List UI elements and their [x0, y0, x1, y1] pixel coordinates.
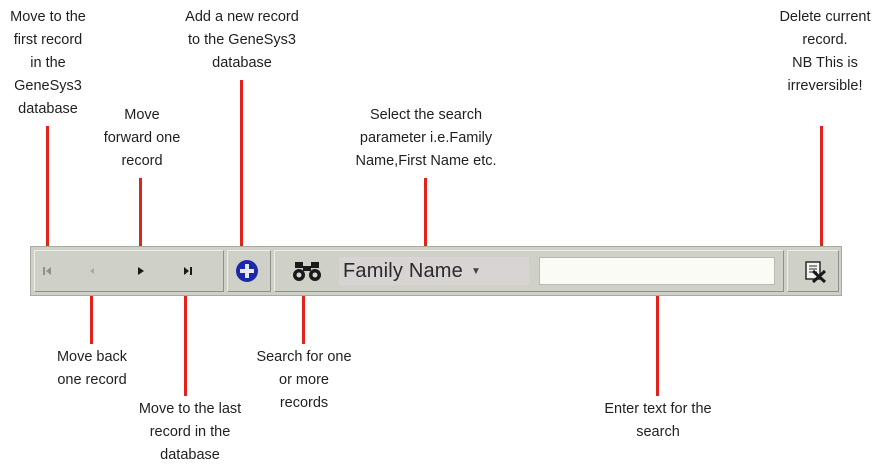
annotation-first-record: Move to the first record in the GeneSys3…	[10, 9, 86, 117]
callout-line-last	[184, 294, 187, 396]
binoculars-icon	[293, 262, 321, 281]
search-button[interactable]	[287, 255, 327, 287]
annotation-add-record: Add a new record to the GeneSys3 databas…	[185, 9, 299, 71]
callout-line-search	[302, 294, 305, 344]
add-record-button[interactable]	[232, 255, 262, 287]
annotation-search-parameter: Select the search parameter i.e.Family N…	[355, 107, 497, 169]
annotation-back-one: Move back one record	[56, 349, 128, 388]
callout-line-add	[240, 80, 243, 248]
previous-record-button[interactable]	[79, 255, 105, 287]
delete-record-button[interactable]	[799, 255, 831, 287]
delete-record-icon	[805, 261, 827, 284]
first-record-button[interactable]	[34, 255, 60, 287]
callout-line-back	[90, 294, 93, 344]
annotation-forward-one: Move forward one record	[103, 107, 181, 169]
first-record-icon	[43, 267, 51, 275]
add-record-icon	[236, 260, 258, 282]
search-parameter-select[interactable]: Family Name ▼	[339, 257, 529, 285]
callout-line-delete	[820, 126, 823, 248]
callout-line-first	[46, 126, 49, 246]
last-record-icon	[184, 267, 192, 275]
search-text-input[interactable]	[539, 257, 775, 285]
last-record-button[interactable]	[175, 255, 201, 287]
record-toolbar: Family Name ▼	[30, 246, 842, 296]
annotation-last-record: Move to the last record in the database	[138, 401, 242, 463]
next-record-icon	[138, 267, 144, 275]
dropdown-caret-icon: ▼	[471, 265, 481, 277]
annotation-delete-record: Delete current record. NB This is irreve…	[779, 9, 871, 94]
annotation-enter-text: Enter text for the search	[604, 401, 712, 440]
previous-record-icon	[90, 268, 94, 274]
callout-line-forward	[139, 178, 142, 246]
callout-line-search-param	[424, 178, 427, 248]
search-parameter-value: Family Name	[343, 259, 463, 282]
next-record-button[interactable]	[127, 255, 153, 287]
callout-line-enter-text	[656, 294, 659, 396]
